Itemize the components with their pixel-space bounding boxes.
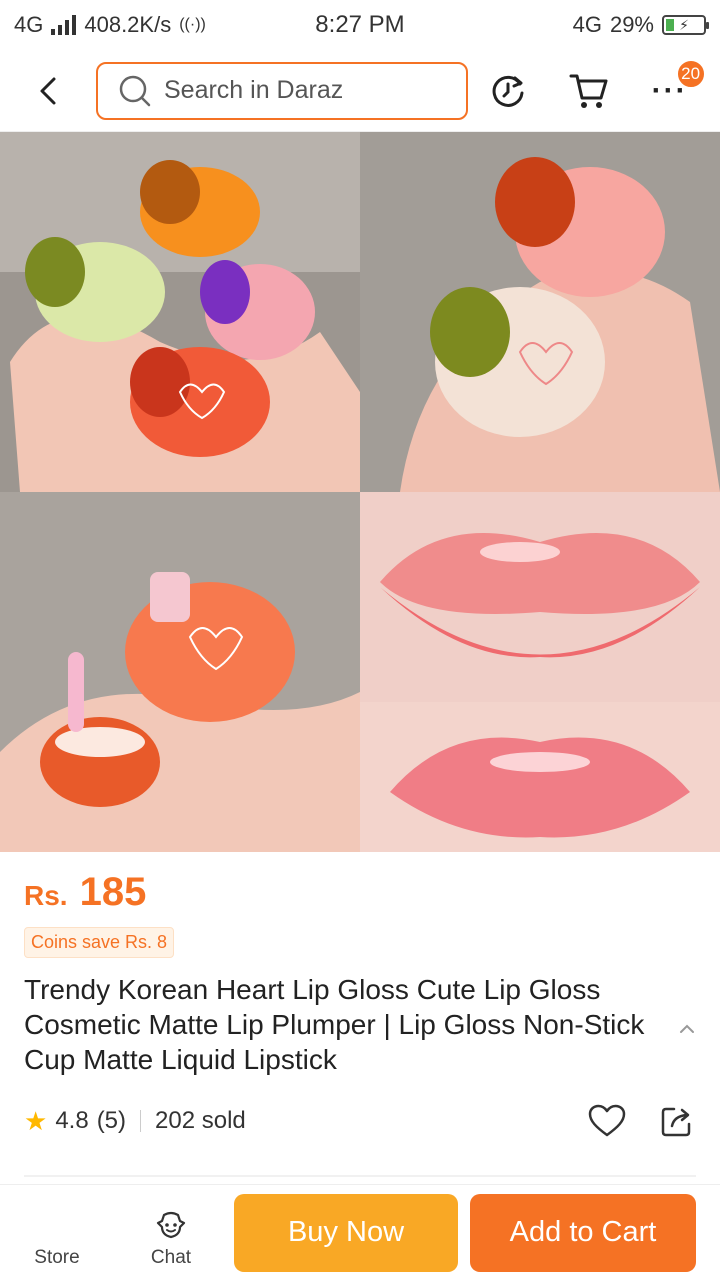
bottom-action-bar: Store Chat Buy Now Add to Cart [0,1184,720,1280]
status-left: 4G 408.2K/s ((·)) [14,12,274,38]
section-divider [24,1175,696,1177]
cart-button[interactable] [559,61,619,121]
history-icon [492,75,524,107]
store-button[interactable]: Store [0,1185,114,1280]
product-image-1 [0,132,360,492]
network-label: 4G [14,12,44,37]
search-placeholder: Search in Daraz [164,76,344,104]
product-image-3 [0,492,360,852]
chat-button[interactable]: Chat [114,1185,228,1280]
wishlist-heart-icon[interactable] [588,1104,626,1138]
buy-now-button[interactable]: Buy Now [234,1193,458,1272]
price-block: Rs. 185 Coins save Rs. 8 [24,870,704,958]
search-icon [119,75,151,106]
product-image-2 [360,132,720,492]
cart-icon [569,74,608,108]
product-image-gallery[interactable] [0,132,720,852]
add-to-cart-button[interactable]: Add to Cart [470,1193,696,1272]
hotspot-icon: ((·)) [179,16,206,33]
store-label: Store [34,1246,80,1268]
top-actions: ··· 20 [468,58,720,121]
notification-badge: 20 [675,58,706,89]
product-title: Trendy Korean Heart Lip Gloss Cute Lip G… [24,974,645,1075]
product-actions [588,1098,694,1144]
chat-label: Chat [150,1246,192,1268]
share-icon[interactable] [660,1104,694,1138]
more-button[interactable]: ··· 20 [640,58,706,121]
sold-count: 202 sold [155,1107,246,1134]
review-count[interactable]: (5) [97,1107,126,1135]
battery-icon: ⚡ [662,15,709,35]
back-arrow-icon [40,77,56,104]
history-button[interactable] [478,61,538,121]
back-button[interactable] [0,50,96,132]
top-bar: Search in Daraz ··· 20 [0,50,720,132]
search-box[interactable]: Search in Daraz [96,61,468,120]
network-speed: 408.2K/s [84,12,172,37]
divider [140,1110,142,1132]
signal-icon [51,15,77,35]
status-right: 4G 29% ⚡ [446,12,709,38]
price-currency: Rs. [24,880,68,911]
battery-percent: 29% [609,12,654,37]
price: Rs. 185 [24,870,704,915]
status-bar: 4G 408.2K/s ((·)) 8:27 PM 4G 29% ⚡ [0,0,720,50]
rating-row: ★ 4.8 (5) 202 sold [24,1098,704,1144]
coins-save-badge[interactable]: Coins save Rs. 8 [24,927,175,958]
rating-value[interactable]: 4.8 [55,1107,88,1135]
price-value: 185 [79,870,147,914]
product-image-4 [360,492,720,852]
network-right-label: 4G [572,12,602,37]
star-icon: ★ [24,1105,48,1136]
clock: 8:27 PM [315,11,405,38]
chat-icon [156,1211,186,1238]
chevron-up-icon[interactable] [676,1018,698,1040]
